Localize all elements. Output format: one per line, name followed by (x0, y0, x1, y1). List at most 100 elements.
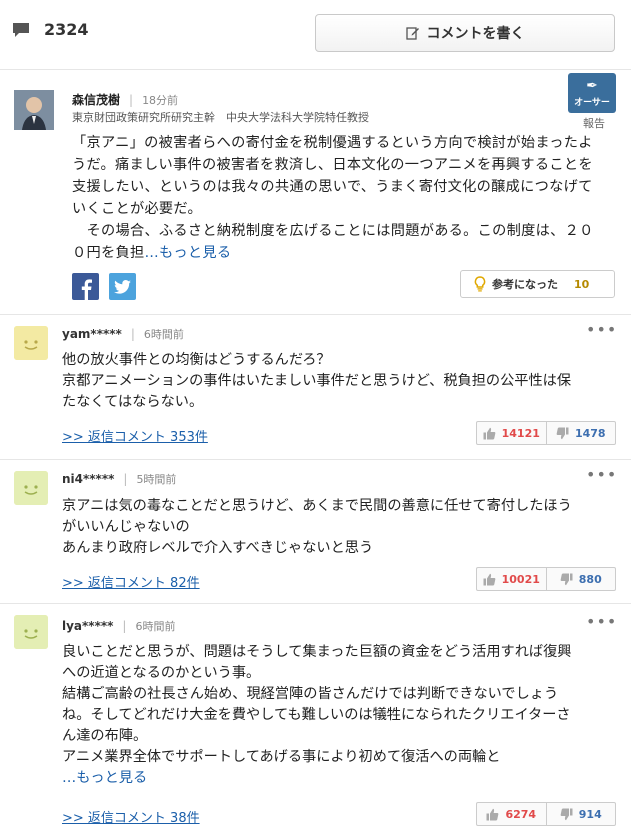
comment-time: 5時間前 (136, 473, 177, 486)
dislike-button[interactable]: 914 (547, 803, 616, 825)
helpful-label: 参考になった (492, 278, 558, 291)
text-line: あんまり政府レベルで介入すべきじゃないと思う (62, 540, 374, 556)
reply-comments-link[interactable]: >> 返信コメント 82件 (62, 572, 200, 591)
comment-time: 6時間前 (143, 328, 184, 341)
comment-count: 2324 (44, 20, 89, 39)
separator: | (123, 472, 128, 486)
thumbs-up-icon (483, 427, 495, 439)
text-line: 京アニは気の毒なことだと思うけど、あくまで民間の善意に任せて寄付したほう (62, 498, 572, 514)
vote-box: 6274 914 (476, 802, 616, 826)
user-avatar[interactable] (14, 326, 48, 360)
author-avatar[interactable] (14, 90, 54, 130)
text-fragment: ０円を負担 (72, 245, 145, 261)
thumbs-up-icon (486, 808, 499, 820)
text-line: アニメ業界全体でサポートしてあげる事により初めて復活への両輪と (62, 749, 501, 765)
text-line: 支援したい、というのは我々の共通の思いで、うまく寄付文化の醸成につなげて (72, 179, 593, 195)
write-comment-label: コメントを書く (426, 26, 525, 42)
text-line: 「京アニ」の被害者らへの寄付金を税制優遇するという方向で検討が始まったよ (72, 135, 593, 151)
author-name[interactable]: 森信茂樹 (72, 91, 120, 108)
text-line: ０円を負担…もっと見る (72, 242, 622, 264)
comment-item: yam***** | 6時間前 ••• 他の放火事件との均衡はどうするんだろ？ … (0, 315, 631, 460)
like-button[interactable]: 10021 (477, 568, 547, 590)
thumbs-down-icon (556, 427, 569, 439)
separator: | (129, 92, 134, 107)
text-line: への近道となるのかという事。 (62, 665, 261, 681)
smiley-face-icon (14, 615, 48, 649)
helpful-button[interactable]: 参考になった 10 (460, 270, 615, 298)
report-link[interactable]: 報告 (583, 115, 605, 131)
like-button[interactable]: 14121 (477, 422, 547, 444)
vote-box: 14121 1478 (476, 421, 616, 445)
more-dots-icon[interactable]: ••• (586, 320, 617, 339)
comment-item: lya***** | 6時間前 ••• 良いことだと思うが、問題はそうして集まっ… (0, 604, 631, 840)
dislike-button[interactable]: 880 (547, 568, 616, 590)
text-line: 他の放火事件との均衡はどうするんだろ？ (62, 352, 331, 368)
quill-icon: ✒ (586, 78, 598, 94)
more-dots-icon[interactable]: ••• (586, 465, 617, 484)
author-title: 東京財団政策研究所研究主幹 中央大学法科大学院特任教授 (72, 111, 369, 124)
comments-header: 2324 コメントを書く (0, 0, 631, 70)
like-count: 10021 (501, 572, 540, 586)
text-line: ね。そしてどれだけ大金を費やしても難しいのは犠牲になられたクリエイターさ (62, 707, 571, 723)
reply-comments-link[interactable]: >> 返信コメント 353件 (62, 426, 208, 445)
twitter-icon (114, 279, 131, 294)
text-line: たなくてはならない。 (62, 394, 204, 410)
dislike-count: 880 (578, 572, 602, 586)
show-more-link[interactable]: …もっと見る (62, 768, 610, 789)
thumbs-down-icon (560, 808, 573, 820)
text-line: いくことが必要だ。 (72, 201, 202, 217)
reply-comments-link[interactable]: >> 返信コメント 38件 (62, 807, 200, 826)
comment-text: 他の放火事件との均衡はどうするんだろ？ 京都アニメーションの事件はいたましい事件… (62, 350, 610, 413)
pencil-icon (405, 27, 419, 40)
user-avatar[interactable] (14, 615, 48, 649)
like-count: 6274 (505, 807, 537, 821)
text-line: 結構ご高齢の社長さん始め、現経営陣の皆さんだけでは判断できないでしょう (62, 686, 559, 702)
author-meta: 森信茂樹 | 18分前 (72, 91, 178, 108)
comment-text: 京アニは気の毒なことだと思うけど、あくまで民間の善意に任せて寄付したほう がいい… (62, 496, 610, 559)
comment-text: 良いことだと思うが、問題はそうして集まった巨額の資金をどう活用すれば復興 への近… (62, 642, 610, 789)
helpful-count: 10 (574, 277, 590, 291)
comment-username[interactable]: yam***** (62, 327, 122, 341)
author-badge: ✒ オーサー (568, 73, 616, 113)
text-line: ん達の布陣。 (62, 728, 148, 744)
comment-meta: lya***** | 6時間前 (62, 618, 175, 634)
write-comment-button[interactable]: コメントを書く (315, 14, 615, 52)
comment-count-area: 2324 (12, 20, 89, 39)
text-line: 京都アニメーションの事件はいたましい事件だと思うけど、税負担の公平性は保 (62, 373, 572, 389)
thumbs-up-icon (483, 573, 495, 585)
text-line: 良いことだと思うが、問題はそうして集まった巨額の資金をどう活用すれば復興 (62, 644, 572, 660)
facebook-icon (81, 279, 92, 300)
author-comment: 森信茂樹 | 18分前 東京財団政策研究所研究主幹 中央大学法科大学院特任教授 … (0, 70, 631, 315)
smiley-face-icon (14, 471, 48, 505)
comment-meta: ni4***** | 5時間前 (62, 471, 176, 487)
comment-item: ni4***** | 5時間前 ••• 京アニは気の毒なことだと思うけど、あくま… (0, 460, 631, 604)
facebook-share-button[interactable] (72, 273, 99, 300)
speech-bubble-icon (13, 22, 29, 37)
dislike-button[interactable]: 1478 (547, 422, 616, 444)
comment-username[interactable]: ni4***** (62, 472, 114, 486)
text-line: がいいんじゃないの (62, 519, 190, 535)
separator: | (130, 327, 135, 341)
smiley-face-icon (14, 326, 48, 360)
text-line: うだ。痛ましい事件の被害者を救済し、日本文化の一つアニメを再興することを (72, 157, 593, 173)
comment-time: 6時間前 (135, 620, 176, 633)
like-count: 14121 (501, 426, 540, 440)
dislike-count: 914 (578, 807, 602, 821)
separator: | (122, 619, 127, 633)
more-dots-icon[interactable]: ••• (586, 612, 617, 631)
author-comment-text: 「京アニ」の被害者らへの寄付金を税制優遇するという方向で検討が始まったよ うだ。… (72, 132, 622, 264)
comment-username[interactable]: lya***** (62, 619, 113, 633)
comment-meta: yam***** | 6時間前 (62, 326, 184, 342)
author-badge-label: オーサー (574, 98, 610, 108)
vote-box: 10021 880 (476, 567, 616, 591)
author-photo-icon (14, 90, 54, 130)
user-avatar[interactable] (14, 471, 48, 505)
twitter-share-button[interactable] (109, 273, 136, 300)
like-button[interactable]: 6274 (477, 803, 547, 825)
dislike-count: 1478 (574, 426, 606, 440)
show-more-link[interactable]: …もっと見る (144, 245, 231, 261)
text-line: その場合、ふるさと納税制度を広げることには問題がある。この制度は、２０ (72, 223, 594, 239)
thumbs-down-icon (560, 573, 573, 585)
lightbulb-icon (474, 276, 486, 292)
author-time: 18分前 (142, 93, 179, 107)
